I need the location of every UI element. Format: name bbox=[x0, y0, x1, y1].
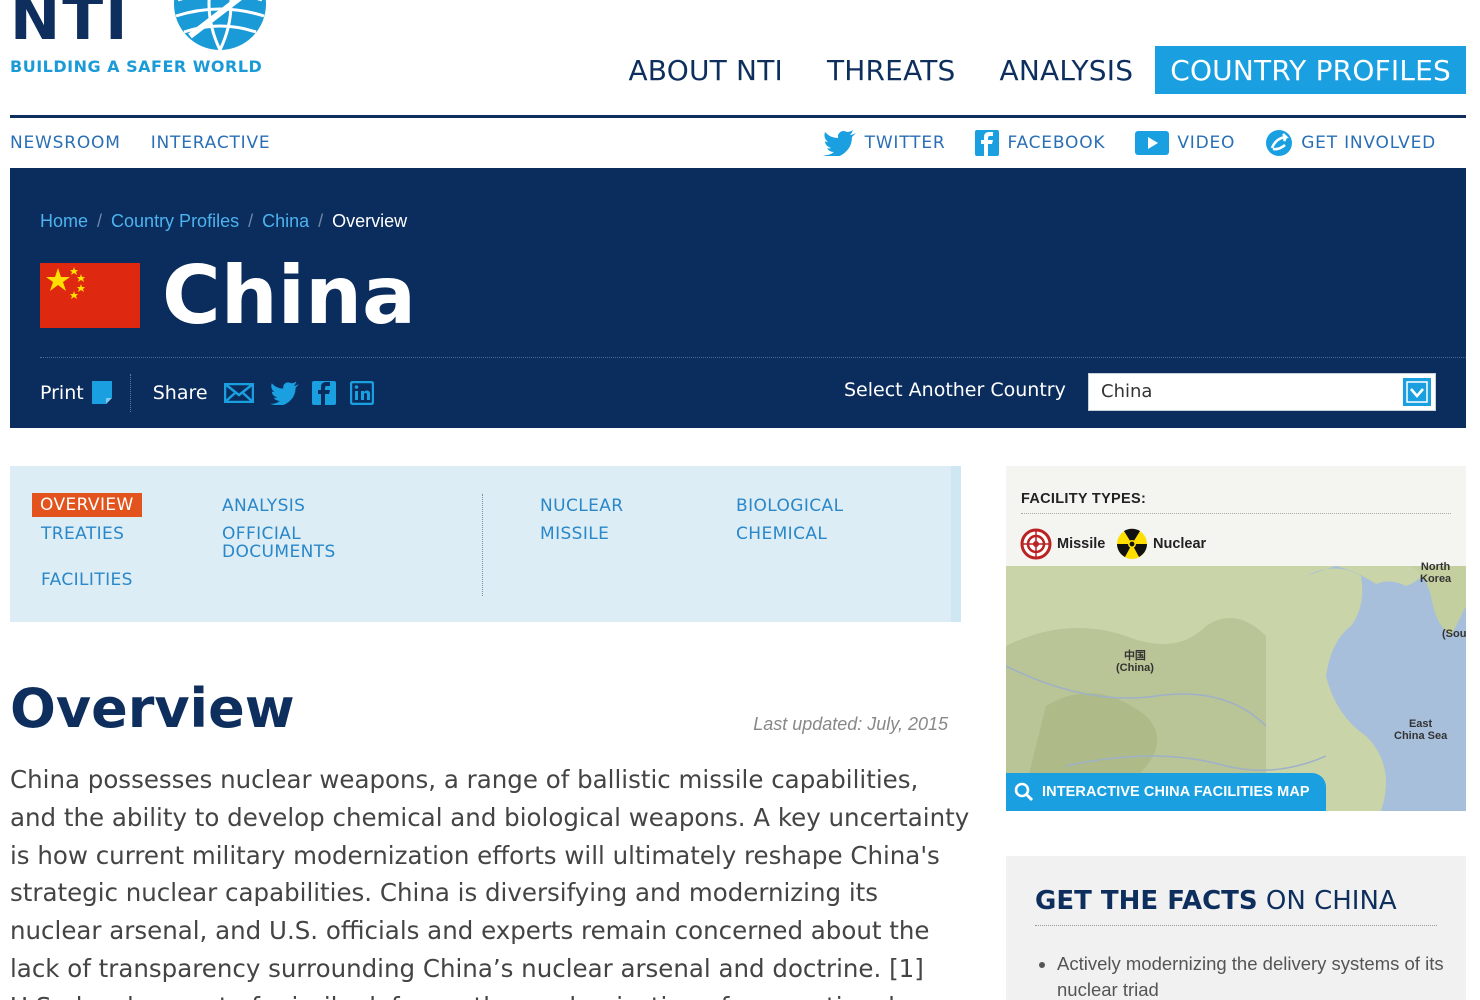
tab-chemical[interactable]: CHEMICAL bbox=[736, 525, 827, 543]
social-navigation: TWITTER FACEBOOK VIDEO GET INVOLVED bbox=[793, 128, 1436, 158]
map-legend: FACILITY TYPES: Missile Nuclear bbox=[1006, 466, 1466, 566]
social-twitter-label: TWITTER bbox=[864, 133, 946, 153]
interactive-map-button-label: INTERACTIVE CHINA FACILITIES MAP bbox=[1042, 784, 1310, 800]
share-label: Share bbox=[152, 382, 208, 404]
twitter-icon[interactable] bbox=[269, 381, 300, 405]
chevron-down-icon[interactable] bbox=[1403, 378, 1431, 406]
social-get-involved-label: GET INVOLVED bbox=[1301, 133, 1436, 153]
country-select-value: China bbox=[1101, 381, 1153, 402]
sub-nav-newsroom[interactable]: NEWSROOM bbox=[10, 133, 121, 153]
select-country-label: Select Another Country bbox=[844, 379, 1066, 401]
facts-list: Actively modernizing the delivery system… bbox=[1057, 951, 1447, 1000]
print-label[interactable]: Print bbox=[40, 382, 84, 404]
missile-target-icon bbox=[1020, 528, 1052, 560]
get-the-facts-box: GET THE FACTS ON CHINA Actively moderniz… bbox=[1006, 856, 1466, 1000]
legend-nuclear-label: Nuclear bbox=[1153, 536, 1207, 552]
hero-divider bbox=[40, 357, 1466, 358]
social-twitter-link[interactable]: TWITTER bbox=[822, 128, 946, 158]
social-facebook-label: FACEBOOK bbox=[1007, 133, 1106, 153]
tab-official-documents[interactable]: OFFICIAL DOCUMENTS bbox=[222, 525, 352, 561]
map-legend-title: FACILITY TYPES: bbox=[1021, 491, 1147, 507]
map-label-china-english: (China) bbox=[1116, 662, 1154, 674]
map-label-korea: Korea bbox=[1420, 573, 1452, 585]
map-label-north-korea: North Korea bbox=[1420, 561, 1451, 585]
main-navigation: ABOUT NTI THREATS ANALYSIS COUNTRY PROFI… bbox=[606, 46, 1466, 94]
page-title: Overview bbox=[10, 677, 295, 740]
video-play-icon bbox=[1135, 131, 1170, 155]
facilities-map[interactable]: FACILITY TYPES: Missile Nuclear 中国 (Chin… bbox=[1006, 466, 1466, 811]
get-involved-icon bbox=[1266, 130, 1293, 156]
tab-overview[interactable]: OVERVIEW bbox=[32, 493, 142, 517]
social-get-involved-link[interactable]: GET INVOLVED bbox=[1265, 128, 1436, 158]
facts-list-item: Actively modernizing the delivery system… bbox=[1057, 951, 1447, 1000]
breadcrumb-home[interactable]: Home bbox=[40, 211, 88, 232]
map-label-east: East bbox=[1408, 718, 1433, 730]
main-nav-country-profiles[interactable]: COUNTRY PROFILES bbox=[1155, 46, 1466, 94]
page-tools: Print Share bbox=[40, 374, 374, 412]
facebook-icon[interactable] bbox=[311, 381, 336, 405]
breadcrumb-china[interactable]: China bbox=[262, 211, 309, 232]
overview-body: China possesses nuclear weapons, a range… bbox=[10, 765, 970, 1000]
facts-title-rest: ON CHINA bbox=[1257, 886, 1397, 916]
legend-missile-label: Missile bbox=[1057, 536, 1106, 552]
map-label-north: North bbox=[1420, 561, 1451, 573]
facts-title: GET THE FACTS ON CHINA bbox=[1035, 886, 1397, 916]
main-nav-analysis[interactable]: ANALYSIS bbox=[978, 46, 1156, 94]
tab-facilities[interactable]: FACILITIES bbox=[41, 571, 133, 589]
section-tabs: OVERVIEW TREATIES FACILITIES ANALYSIS OF… bbox=[10, 466, 961, 622]
logo-tagline: BUILDING A SAFER WORLD bbox=[10, 57, 263, 76]
nti-logo[interactable]: NTI BUILDING A SAFER WORLD bbox=[10, 0, 266, 80]
breadcrumb: Home / Country Profiles / China / Overvi… bbox=[40, 211, 407, 232]
tabs-divider bbox=[482, 494, 483, 596]
search-icon bbox=[1014, 782, 1034, 802]
main-nav-threats[interactable]: THREATS bbox=[805, 46, 978, 94]
legend-missile[interactable]: Missile bbox=[1020, 528, 1105, 560]
linkedin-icon[interactable] bbox=[349, 381, 374, 405]
tab-analysis[interactable]: ANALYSIS bbox=[222, 497, 305, 515]
header-divider bbox=[10, 115, 1466, 118]
tab-biological[interactable]: BIOLOGICAL bbox=[736, 497, 843, 515]
interactive-map-button[interactable]: INTERACTIVE CHINA FACILITIES MAP bbox=[1006, 773, 1326, 811]
tab-nuclear[interactable]: NUCLEAR bbox=[540, 497, 623, 515]
breadcrumb-separator: / bbox=[318, 211, 324, 231]
tab-treaties[interactable]: TREATIES bbox=[41, 525, 124, 543]
logo-wordmark: NTI bbox=[10, 0, 130, 54]
tools-separator bbox=[129, 374, 131, 412]
breadcrumb-country-profiles[interactable]: Country Profiles bbox=[111, 211, 239, 232]
radiation-icon bbox=[1117, 528, 1147, 559]
tab-missile[interactable]: MISSILE bbox=[540, 525, 609, 543]
country-select[interactable]: China bbox=[1088, 373, 1436, 411]
globe-icon bbox=[174, 0, 266, 51]
map-legend-divider bbox=[1021, 513, 1451, 514]
breadcrumb-current: Overview bbox=[332, 211, 408, 231]
country-title: China bbox=[162, 249, 417, 342]
twitter-icon bbox=[822, 130, 856, 156]
map-label-south-korea: (Sou bbox=[1442, 628, 1466, 640]
map-label-china: 中国 (China) bbox=[1116, 650, 1154, 674]
social-video-link[interactable]: VIDEO bbox=[1135, 128, 1235, 158]
email-icon[interactable] bbox=[223, 383, 254, 403]
social-video-label: VIDEO bbox=[1177, 133, 1236, 153]
print-icon[interactable] bbox=[91, 381, 112, 405]
country-hero: Home / Country Profiles / China / Overvi… bbox=[10, 168, 1466, 428]
last-updated: Last updated: July, 2015 bbox=[753, 714, 948, 734]
breadcrumb-separator: / bbox=[248, 211, 254, 231]
main-nav-about[interactable]: ABOUT NTI bbox=[606, 46, 805, 94]
legend-nuclear[interactable]: Nuclear bbox=[1116, 528, 1206, 560]
facebook-icon bbox=[975, 130, 1000, 156]
facts-divider bbox=[1035, 925, 1437, 926]
social-facebook-link[interactable]: FACEBOOK bbox=[975, 128, 1105, 158]
facts-title-bold: GET THE FACTS bbox=[1035, 886, 1258, 916]
map-label-east-china-sea: East China Sea bbox=[1394, 718, 1447, 742]
map-label-china-native: 中国 bbox=[1123, 650, 1146, 662]
sub-nav-interactive[interactable]: INTERACTIVE bbox=[151, 133, 271, 153]
tabs-panel-edge bbox=[951, 466, 961, 622]
china-flag-icon bbox=[40, 263, 140, 328]
secondary-navigation: NEWSROOM INTERACTIVE bbox=[10, 133, 270, 153]
map-label-china-sea: China Sea bbox=[1394, 730, 1448, 742]
breadcrumb-separator: / bbox=[97, 211, 103, 231]
